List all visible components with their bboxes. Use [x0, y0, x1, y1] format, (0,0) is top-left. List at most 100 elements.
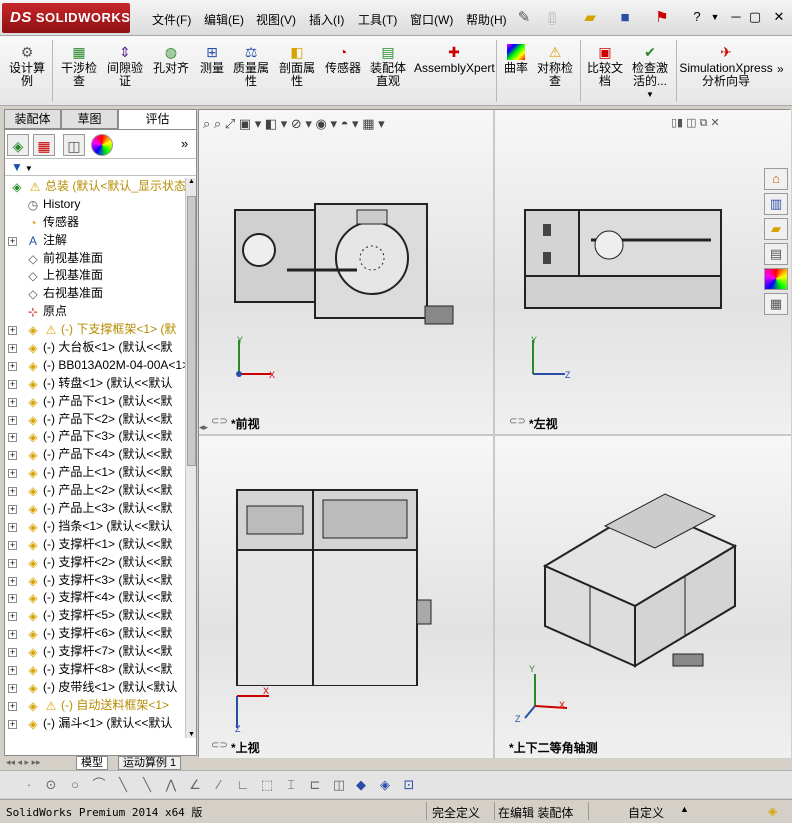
custom-properties-icon[interactable]: ▦: [764, 293, 788, 315]
component-icon[interactable]: ⊡: [400, 776, 418, 794]
expand-toggle-icon[interactable]: +: [8, 361, 17, 371]
viewport-front[interactable]: ⌕ ⌕ ⤢ ▣ ▾ ◧ ▾ ⊘ ▾ ◉ ▾ ◓ ▾ ▦ ▾ Y X ⊂⊃ *前视: [199, 110, 493, 434]
tab-assembly[interactable]: 装配体: [4, 109, 61, 129]
viewport-trimetric[interactable]: Y X Z *上下二等角轴测: [495, 436, 791, 758]
curvature-button[interactable]: 曲率: [500, 44, 532, 75]
propertymanager-tab-icon[interactable]: ▦: [33, 134, 55, 156]
clearance-verification-button[interactable]: ⇕ 间隙验 证: [104, 44, 146, 88]
tree-item[interactable]: + ◈ (-) 支撑杆<3> (默认<<默: [5, 572, 185, 590]
design-study-button[interactable]: ⚙ 设计算 例: [8, 44, 46, 88]
model-isometric-view[interactable]: [535, 486, 755, 676]
expand-toggle-icon[interactable]: +: [8, 433, 17, 443]
graphics-area[interactable]: ⌕ ⌕ ⤢ ▣ ▾ ◧ ▾ ⊘ ▾ ◉ ▾ ◓ ▾ ▦ ▾ Y X ⊂⊃ *前视…: [198, 109, 791, 758]
tree-item[interactable]: + ◈ (-) 支撑杆<7> (默认<<默: [5, 643, 185, 661]
line-icon[interactable]: ╲: [114, 776, 132, 794]
menu-tools[interactable]: 工具(T): [358, 11, 397, 28]
assemblyxpert-button[interactable]: ✚ AssemblyXpert: [414, 44, 495, 75]
expand-toggle-icon[interactable]: +: [8, 701, 17, 711]
tree-item[interactable]: + ◈ (-) 支撑杆<8> (默认<<默: [5, 661, 185, 679]
expand-toggle-icon[interactable]: +: [8, 630, 17, 640]
sensor-button[interactable]: ◔ 传感器: [322, 44, 364, 75]
viewport-left[interactable]: ▯▮ ◫ ⧉ ✕ Y Z ⊂⊃ *左视: [495, 110, 791, 434]
tag-icon[interactable]: ◈: [768, 804, 777, 818]
tab-sketch[interactable]: 草图: [61, 109, 118, 129]
pin-icon[interactable]: ✎: [514, 8, 534, 28]
filter-dropdown-icon[interactable]: ▼: [25, 164, 33, 173]
dropdown-arrow-icon[interactable]: ▼: [628, 88, 672, 101]
angle-icon[interactable]: ∠: [186, 776, 204, 794]
expand-toggle-icon[interactable]: +: [8, 594, 17, 604]
tree-item[interactable]: + ◈ (-) 支撑杆<2> (默认<<默: [5, 554, 185, 572]
expand-toggle-icon[interactable]: +: [8, 236, 17, 246]
tree-item[interactable]: + ◈ (-) 产品上<3> (默认<<默: [5, 500, 185, 518]
link-icon[interactable]: ⊂⊃: [211, 740, 228, 751]
viewport-top[interactable]: X Z ⊂⊃ *上视: [199, 436, 493, 758]
help-dropdown-icon[interactable]: ▼: [706, 9, 724, 25]
save-icon[interactable]: ■: [615, 8, 635, 28]
solidworks-resources-icon[interactable]: ⌂: [764, 168, 788, 190]
configurationmanager-tab-icon[interactable]: ◫: [63, 134, 85, 156]
expand-toggle-icon[interactable]: +: [8, 451, 17, 461]
tree-item[interactable]: + ◈ (-) 支撑杆<5> (默认<<默: [5, 607, 185, 625]
expand-toggle-icon[interactable]: +: [8, 666, 17, 676]
appearances-icon[interactable]: [764, 268, 788, 290]
mass-properties-button[interactable]: ⚖ 质量属 性: [230, 44, 272, 88]
menu-help[interactable]: 帮助(H): [466, 11, 507, 28]
tree-item[interactable]: + ◈ (-) 支撑杆<1> (默认<<默: [5, 536, 185, 554]
close-icon[interactable]: ✕: [770, 9, 788, 25]
hole-alignment-button[interactable]: ◍ 孔对齐: [150, 44, 192, 75]
tab-model[interactable]: 模型: [76, 756, 108, 770]
tree-item[interactable]: + A 注解: [5, 232, 185, 250]
solidworks-logo[interactable]: DS SOLIDWORKS: [2, 3, 130, 33]
view-palette-icon[interactable]: ▤: [764, 243, 788, 265]
dashed-rect-icon[interactable]: ⬚: [258, 776, 276, 794]
link-icon[interactable]: ⊂⊃: [211, 416, 228, 427]
expand-toggle-icon[interactable]: +: [8, 719, 17, 729]
new-document-icon[interactable]: ▯: [542, 8, 562, 28]
filter-icon[interactable]: ▼: [11, 160, 23, 174]
tree-item[interactable]: + ◈ (-) 皮带线<1> (默认<默认: [5, 679, 185, 697]
expand-toggle-icon[interactable]: +: [8, 683, 17, 693]
line-select-icon[interactable]: ╲: [138, 776, 156, 794]
more-commands-icon[interactable]: »: [777, 62, 784, 76]
check-active-document-button[interactable]: ✔ 检查激 活的... ▼: [628, 44, 672, 101]
solid-body-icon[interactable]: ◆: [352, 776, 370, 794]
expand-toggle-icon[interactable]: +: [8, 540, 17, 550]
displaymanager-tab-icon[interactable]: [91, 134, 113, 156]
rebuild-icon[interactable]: ⚑: [652, 8, 672, 28]
model-left-view[interactable]: [521, 200, 731, 320]
tab-evaluate[interactable]: 评估: [118, 109, 197, 129]
tree-item[interactable]: + ◈ (-) 产品上<2> (默认<<默: [5, 482, 185, 500]
interference-check-button[interactable]: ▦ 干涉检 查: [58, 44, 100, 88]
tree-item[interactable]: ◇ 上视基准面: [5, 267, 185, 285]
expand-toggle-icon[interactable]: +: [8, 397, 17, 407]
expand-toggle-icon[interactable]: +: [8, 344, 17, 354]
tree-item[interactable]: + ◈ (-) 漏斗<1> (默认<<默认: [5, 715, 185, 733]
tree-item[interactable]: ⊹ 原点: [5, 303, 185, 321]
dimension-icon[interactable]: ⌶: [282, 776, 300, 794]
expand-toggle-icon[interactable]: +: [8, 648, 17, 658]
expand-toggle-icon[interactable]: +: [8, 558, 17, 568]
tree-item[interactable]: + ◈ (-) 大台板<1> (默认<<默: [5, 339, 185, 357]
menu-window[interactable]: 窗口(W): [410, 11, 453, 28]
expand-toggle-icon[interactable]: +: [8, 326, 17, 336]
expand-toggle-icon[interactable]: +: [8, 522, 17, 532]
face-icon[interactable]: ◫: [330, 776, 348, 794]
tree-item[interactable]: ◇ 右视基准面: [5, 285, 185, 303]
link-icon[interactable]: ⊂⊃: [509, 416, 526, 427]
intersect-icon[interactable]: ⋀: [162, 776, 180, 794]
tree-item[interactable]: + ◈ (-) 支撑杆<6> (默认<<默: [5, 625, 185, 643]
open-icon[interactable]: ▰: [580, 8, 600, 28]
tab-motion-study-1[interactable]: 运动算例 1: [118, 756, 182, 770]
menu-insert[interactable]: 插入(I): [309, 11, 344, 28]
menu-view[interactable]: 视图(V): [256, 11, 296, 28]
help-icon[interactable]: ?: [688, 9, 706, 25]
model-front-view[interactable]: [227, 200, 467, 330]
tree-item[interactable]: + ◈ (-) 支撑杆<4> (默认<<默: [5, 589, 185, 607]
tree-scrollbar[interactable]: ▲ ▼: [185, 178, 196, 738]
featuremanager-tab-icon[interactable]: ◈: [7, 134, 29, 156]
circle-select-icon[interactable]: ⊙: [42, 776, 60, 794]
viewport-controls[interactable]: ▯▮ ◫ ⧉ ✕: [671, 116, 720, 130]
point-icon[interactable]: ·: [20, 776, 38, 794]
tree-item[interactable]: + ◈ (-) 产品下<4> (默认<<默: [5, 446, 185, 464]
